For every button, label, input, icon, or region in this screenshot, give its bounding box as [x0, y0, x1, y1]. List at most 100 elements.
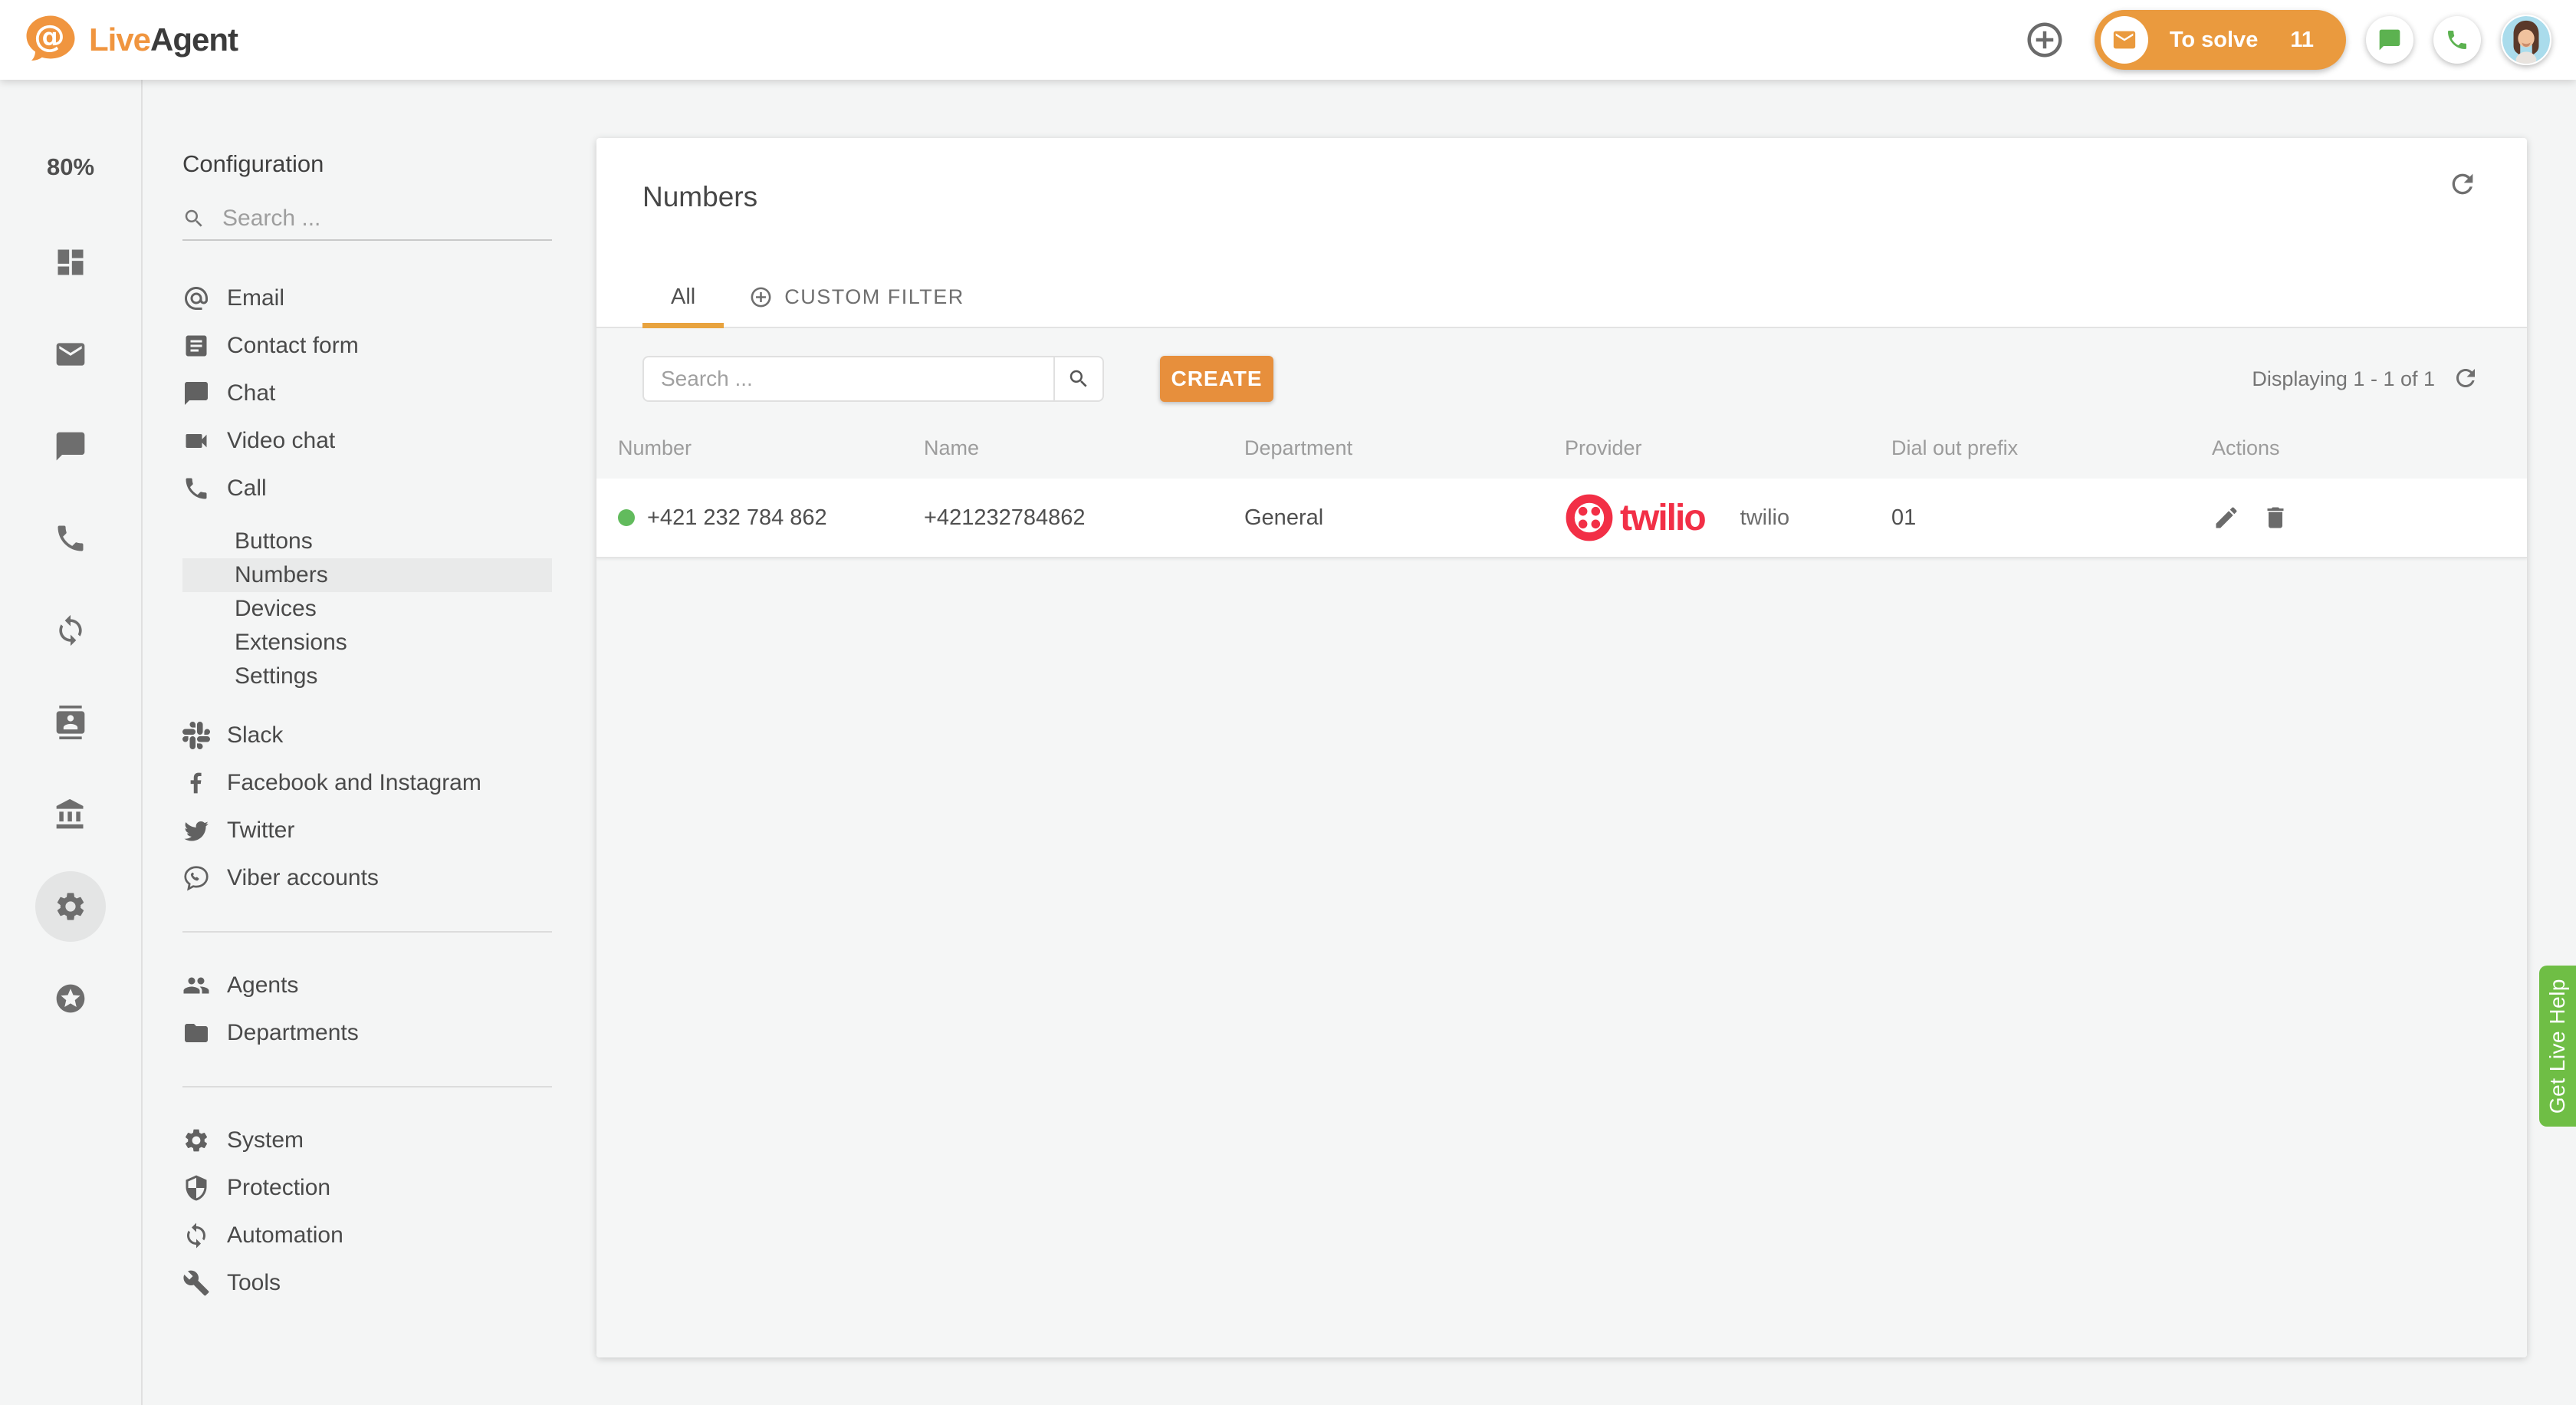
academy-icon: [54, 798, 87, 831]
tab-label: CUSTOM FILTER: [784, 285, 964, 309]
rail-tickets-button[interactable]: [35, 308, 106, 400]
shield-icon: [182, 1174, 210, 1202]
column-header-name: Name: [924, 436, 1244, 460]
sidebar-item-call[interactable]: Call: [182, 465, 552, 512]
status-online-dot: [618, 509, 635, 526]
sidebar-divider: [182, 1086, 552, 1087]
sidebar-item-label: Call: [227, 475, 267, 502]
page-title: Numbers: [642, 138, 2481, 213]
page: @ LiveAgent To solve 11: [0, 0, 2576, 1405]
sidebar-item-chat[interactable]: Chat: [182, 370, 552, 417]
numbers-table: Number Name Department Provider Dial out…: [596, 417, 2527, 1357]
email-icon: [54, 337, 87, 371]
sidebar-menu: Email Contact form Chat Video chat Call …: [182, 275, 552, 1307]
liveagent-logo[interactable]: @ LiveAgent: [23, 12, 238, 67]
usage-badge: 80%: [47, 153, 94, 181]
trash-icon: [2262, 504, 2289, 531]
tab-all[interactable]: All: [642, 271, 724, 328]
table-refresh-button[interactable]: [2452, 364, 2481, 393]
slack-icon: [182, 722, 210, 749]
rail-stars-button[interactable]: [35, 953, 106, 1045]
sidebar-item-facebook-instagram[interactable]: Facebook and Instagram: [182, 759, 552, 807]
table-search-input[interactable]: [644, 357, 1053, 400]
sidebar-item-automation[interactable]: Automation: [182, 1212, 552, 1259]
sidebar-divider: [182, 931, 552, 933]
start-chat-button[interactable]: [2366, 16, 2413, 64]
table-empty-area: [596, 558, 2527, 1357]
gear-icon: [182, 1127, 210, 1154]
sidebar-item-departments[interactable]: Departments: [182, 1009, 552, 1057]
create-button[interactable]: CREATE: [1160, 356, 1273, 402]
start-call-button[interactable]: [2433, 16, 2481, 64]
to-solve-button[interactable]: To solve 11: [2095, 10, 2346, 70]
sidebar-subitem-numbers[interactable]: Numbers: [182, 558, 552, 592]
column-header-actions: Actions: [2212, 436, 2527, 460]
rail-contacts-button[interactable]: [35, 676, 106, 768]
refresh-icon: [2452, 364, 2479, 392]
get-live-help-button[interactable]: Get Live Help: [2539, 966, 2576, 1127]
number-value: +421 232 784 862: [647, 505, 827, 531]
phone-icon: [2445, 28, 2469, 52]
rail-calls-button[interactable]: [35, 492, 106, 584]
search-icon: [182, 207, 205, 230]
sidebar-item-label: Automation: [227, 1222, 343, 1249]
sidebar-search: [182, 198, 552, 241]
chat-bubble-icon: [2377, 28, 2402, 52]
rail-automation-button[interactable]: [35, 584, 106, 676]
folder-icon: [182, 1019, 210, 1047]
cell-number: +421 232 784 862: [618, 505, 924, 531]
to-solve-label: To solve: [2170, 28, 2259, 53]
rail-settings-button[interactable]: [35, 860, 106, 953]
sidebar-subitem-settings[interactable]: Settings: [182, 660, 552, 693]
column-header-department: Department: [1244, 436, 1565, 460]
sidebar-item-agents[interactable]: Agents: [182, 962, 552, 1009]
add-new-button[interactable]: [2022, 18, 2067, 62]
twilio-wordmark: twilio: [1620, 497, 1705, 539]
table-search-button[interactable]: [1053, 357, 1102, 400]
sidebar-item-label: Agents: [227, 972, 298, 999]
sidebar-item-label: Viber accounts: [227, 865, 379, 891]
sidebar-item-label: Chat: [227, 380, 275, 406]
sidebar-item-label: Email: [227, 285, 284, 311]
cell-name: +421232784862: [924, 505, 1244, 531]
sidebar-subitem-devices[interactable]: Devices: [182, 592, 552, 626]
get-live-help-label: Get Live Help: [2545, 979, 2570, 1114]
sidebar-item-viber[interactable]: Viber accounts: [182, 854, 552, 902]
panel-refresh-button[interactable]: [2447, 169, 2481, 202]
sidebar-subitem-buttons[interactable]: Buttons: [182, 525, 552, 558]
phone-icon: [182, 475, 210, 502]
facebook-icon: [182, 769, 210, 797]
rail-chats-button[interactable]: [35, 400, 106, 492]
pencil-icon: [2213, 504, 2240, 531]
configuration-sidebar: Configuration Email Contact form Chat Vi…: [143, 80, 595, 1405]
sidebar-search-input[interactable]: [222, 206, 552, 232]
envelope-icon: [2111, 27, 2137, 53]
sidebar-item-email[interactable]: Email: [182, 275, 552, 322]
sidebar-subitem-extensions[interactable]: Extensions: [182, 626, 552, 660]
search-icon: [1067, 367, 1090, 390]
svg-text:@: @: [34, 18, 65, 54]
sidebar-item-twitter[interactable]: Twitter: [182, 807, 552, 854]
phone-icon: [54, 522, 87, 555]
refresh-icon: [2447, 169, 2478, 199]
people-icon: [182, 972, 210, 999]
tab-custom-filter[interactable]: CUSTOM FILTER: [749, 271, 964, 328]
at-icon: [182, 285, 210, 312]
sidebar-item-system[interactable]: System: [182, 1117, 552, 1164]
sidebar-item-label: Departments: [227, 1020, 359, 1046]
settings-icon: [54, 890, 87, 923]
rail-academy-button[interactable]: [35, 768, 106, 860]
delete-button[interactable]: [2261, 503, 2290, 532]
rail-dashboard-button[interactable]: [35, 216, 106, 308]
sidebar-item-contact-form[interactable]: Contact form: [182, 322, 552, 370]
edit-button[interactable]: [2212, 503, 2241, 532]
to-solve-count: 11: [2290, 28, 2314, 53]
user-avatar[interactable]: [2501, 15, 2551, 65]
table-row[interactable]: +421 232 784 862 +421232784862 General t…: [596, 479, 2527, 558]
sidebar-item-slack[interactable]: Slack: [182, 712, 552, 759]
sidebar-item-label: System: [227, 1127, 304, 1153]
sidebar-item-video-chat[interactable]: Video chat: [182, 417, 552, 465]
rail-icons: [35, 216, 106, 1045]
sidebar-item-tools[interactable]: Tools: [182, 1259, 552, 1307]
sidebar-item-protection[interactable]: Protection: [182, 1164, 552, 1212]
